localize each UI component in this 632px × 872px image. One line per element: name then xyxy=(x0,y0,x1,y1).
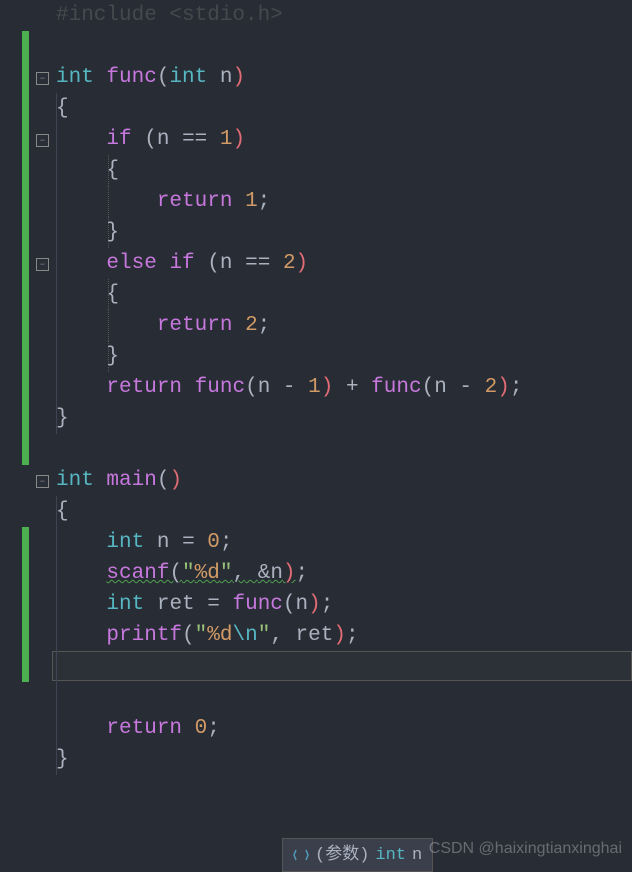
code-line: int n = 0; xyxy=(0,527,632,558)
code-line: scanf("%d", &n); xyxy=(0,558,632,589)
code-line: printf("%d\n", ret); xyxy=(0,620,632,651)
code-line: #include <stdio.h> xyxy=(0,0,632,31)
fold-icon[interactable]: − xyxy=(36,134,49,147)
code-line: return func(n - 1) + func(n - 2); xyxy=(0,372,632,403)
code-line: { xyxy=(0,155,632,186)
code-line: } xyxy=(0,341,632,372)
fold-icon[interactable]: − xyxy=(36,258,49,271)
code-line: { xyxy=(0,93,632,124)
code-editor[interactable]: #include <stdio.h> − int func(int n) { −… xyxy=(0,0,632,775)
code-line: } xyxy=(0,217,632,248)
blank-line xyxy=(0,31,632,62)
blank-line xyxy=(0,434,632,465)
parameter-hint-tooltip: (参数) int n xyxy=(282,838,433,872)
code-line: − else if (n == 2) xyxy=(0,248,632,279)
watermark: CSDN @haixingtianxinghai xyxy=(429,833,622,864)
code-line: − int func(int n) xyxy=(0,62,632,93)
cursor-line[interactable] xyxy=(0,651,632,682)
code-line: int ret = func(n); xyxy=(0,589,632,620)
fold-icon[interactable]: − xyxy=(36,72,49,85)
code-line: { xyxy=(0,279,632,310)
code-line: return 2; xyxy=(0,310,632,341)
code-line: − int main() xyxy=(0,465,632,496)
code-line: } xyxy=(0,403,632,434)
code-line: return 1; xyxy=(0,186,632,217)
code-line: { xyxy=(0,496,632,527)
variable-icon xyxy=(293,847,309,863)
code-line: } xyxy=(0,744,632,775)
code-line: − if (n == 1) xyxy=(0,124,632,155)
blank-line xyxy=(0,682,632,713)
code-line: return 0; xyxy=(0,713,632,744)
fold-icon[interactable]: − xyxy=(36,475,49,488)
